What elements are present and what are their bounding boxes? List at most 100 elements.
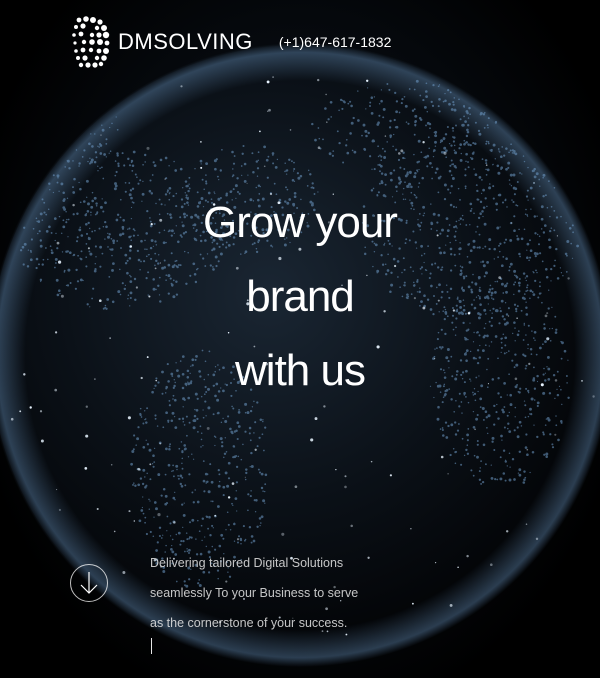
globe-dot — [452, 447, 455, 450]
globe-dot — [142, 163, 144, 166]
globe-dot — [466, 130, 470, 134]
globe-dot — [237, 455, 240, 458]
globe-dot — [463, 139, 466, 142]
globe-dot — [198, 530, 201, 533]
globe-dot — [247, 509, 249, 512]
globe-dot — [468, 106, 471, 110]
globe-dot — [247, 493, 250, 496]
globe-dot — [296, 172, 299, 175]
globe-dot — [419, 118, 423, 122]
globe-dot — [166, 515, 169, 518]
globe-dot — [413, 88, 416, 91]
globe-dot — [424, 90, 428, 93]
globe-dot — [454, 462, 457, 465]
scroll-down-button[interactable] — [70, 564, 108, 602]
globe-dot — [249, 466, 251, 468]
globe-dot — [205, 415, 207, 417]
globe-dot — [168, 165, 170, 167]
globe-dot — [413, 108, 416, 111]
globe-dot — [209, 463, 212, 466]
globe-dot — [249, 495, 252, 498]
globe-sparkle — [173, 521, 176, 524]
globe-dot — [439, 428, 442, 430]
globe-dot — [200, 163, 202, 165]
globe-dot — [91, 145, 94, 148]
globe-dot — [244, 430, 247, 433]
tagline-line: seamlessly To your Business to serve — [150, 586, 359, 600]
globe-dot — [186, 434, 188, 437]
globe-dot — [414, 124, 417, 127]
globe-sparkle — [128, 510, 131, 513]
globe-dot — [239, 538, 243, 542]
globe-dot — [465, 110, 469, 113]
globe-dot — [227, 477, 231, 480]
hero-headline: Grow your brand with us — [0, 186, 600, 408]
globe-dot — [394, 126, 397, 129]
globe-dot — [465, 152, 468, 156]
globe-dot — [241, 174, 243, 177]
globe-dot — [501, 439, 503, 441]
globe-dot — [474, 142, 477, 146]
globe-dot — [525, 433, 528, 436]
globe-dot — [311, 182, 314, 185]
globe-dot — [557, 438, 560, 442]
globe-dot — [227, 461, 231, 465]
globe-dot — [199, 159, 203, 163]
globe-sparkle — [335, 469, 337, 471]
globe-dot — [345, 138, 348, 141]
globe-dot — [231, 175, 234, 178]
globe-dot — [476, 413, 479, 417]
globe-dot — [436, 417, 440, 421]
globe-dot — [117, 164, 120, 168]
globe-dot — [523, 478, 526, 481]
globe-dot — [380, 159, 382, 161]
globe-dot — [380, 89, 383, 91]
globe-dot — [465, 448, 468, 452]
globe-sparkle — [325, 93, 327, 96]
globe-dot — [236, 437, 239, 441]
globe-dot — [459, 118, 462, 121]
globe-dot — [142, 445, 146, 449]
globe-dot — [95, 156, 98, 159]
globe-dot — [466, 444, 469, 446]
globe-dot — [188, 183, 190, 185]
globe-dot — [148, 508, 151, 510]
brand-logo-link[interactable]: DMSOLVING — [70, 14, 253, 70]
globe-dot — [231, 502, 233, 505]
globe-dot — [205, 180, 208, 183]
globe-dot — [398, 178, 401, 181]
globe-dot — [394, 91, 397, 95]
globe-dot — [384, 150, 386, 153]
globe-sparkle — [19, 410, 22, 413]
globe-dot — [182, 513, 186, 517]
globe-dot — [363, 147, 366, 151]
globe-dot — [218, 473, 221, 476]
globe-dot — [458, 98, 460, 101]
tagline-line: as the cornerstone of your success. — [150, 608, 430, 654]
globe-dot — [542, 433, 545, 436]
globe-dot — [345, 144, 348, 147]
globe-dot — [465, 160, 467, 163]
globe-dot — [371, 168, 373, 170]
globe-dot — [171, 538, 174, 541]
globe-dot — [214, 444, 216, 447]
globe-dot — [395, 148, 398, 151]
globe-dot — [172, 464, 174, 467]
globe-dot — [481, 179, 483, 181]
globe-dot — [379, 154, 381, 157]
globe-dot — [511, 457, 515, 461]
globe-dot — [469, 143, 472, 147]
globe-dot — [165, 544, 167, 547]
globe-dot — [249, 409, 253, 413]
globe-dot — [144, 161, 146, 163]
globe-dot — [531, 451, 535, 454]
phone-link[interactable]: (+1)647-617-1832 — [279, 34, 391, 50]
globe-dot — [257, 468, 260, 471]
globe-dot — [418, 182, 421, 184]
globe-dot — [233, 455, 237, 459]
globe-dot — [139, 179, 142, 182]
globe-dot — [90, 133, 92, 135]
globe-dot — [516, 426, 519, 429]
globe-dot — [377, 155, 380, 158]
globe-dot — [184, 180, 188, 183]
